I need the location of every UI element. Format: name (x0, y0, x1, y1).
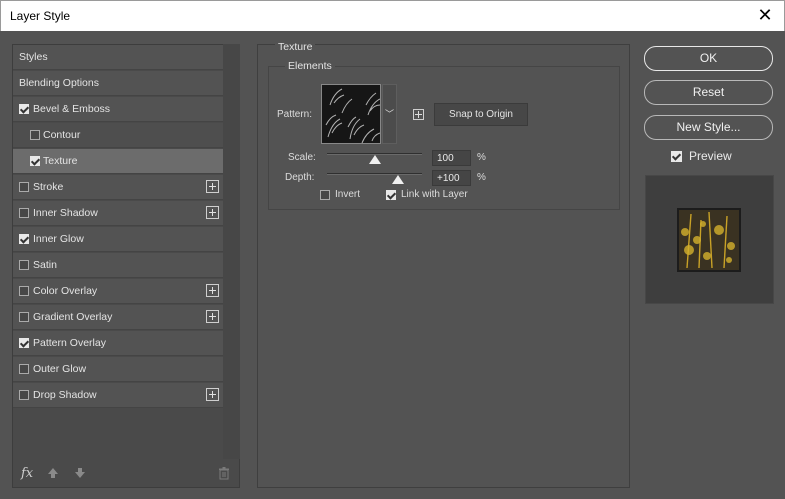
style-label: Inner Shadow (33, 207, 98, 219)
preview-checkbox[interactable] (671, 151, 682, 162)
style-label: Blending Options (19, 77, 99, 89)
styles-list-item[interactable]: Outer Glow (13, 357, 223, 382)
arrow-up-icon[interactable] (47, 467, 59, 479)
styles-list-item[interactable]: Inner Glow (13, 227, 223, 252)
style-label: Satin (33, 259, 57, 271)
add-effect-icon[interactable] (206, 388, 219, 401)
style-checkbox[interactable] (19, 312, 29, 322)
styles-list-item[interactable]: Contour (13, 123, 223, 148)
scale-unit: % (477, 152, 486, 163)
style-checkbox[interactable] (19, 338, 29, 348)
style-label: Outer Glow (33, 363, 87, 375)
depth-label: Depth: (285, 172, 315, 183)
ok-button[interactable]: OK (644, 46, 773, 71)
preview-label: Preview (689, 149, 732, 163)
styles-list-item[interactable]: Drop Shadow (13, 383, 223, 408)
window-title: Layer Style (10, 9, 71, 23)
styles-list-item[interactable]: Bevel & Emboss (13, 97, 223, 122)
pattern-swatch[interactable] (321, 84, 381, 144)
style-label: Gradient Overlay (33, 311, 113, 323)
snap-to-origin-button[interactable]: Snap to Origin (434, 103, 528, 126)
style-checkbox[interactable] (19, 390, 29, 400)
add-effect-icon[interactable] (206, 284, 219, 297)
trash-icon[interactable] (218, 467, 230, 480)
style-checkbox[interactable] (19, 104, 29, 114)
invert-checkbox[interactable] (320, 190, 330, 200)
styles-list-item[interactable]: Gradient Overlay (13, 305, 223, 330)
depth-input[interactable] (432, 170, 471, 186)
style-checkbox[interactable] (19, 182, 29, 192)
pattern-image (322, 85, 380, 143)
style-checkbox[interactable] (19, 286, 29, 296)
style-checkbox[interactable] (30, 156, 40, 166)
invert-label: Invert (335, 189, 361, 200)
style-checkbox[interactable] (19, 208, 29, 218)
style-label: Texture (43, 155, 78, 167)
reset-button[interactable]: Reset (644, 80, 773, 105)
arrow-down-icon[interactable] (74, 467, 86, 479)
preview-image (679, 210, 739, 270)
new-preset-icon[interactable] (413, 109, 424, 120)
style-label: Color Overlay (33, 285, 98, 297)
styles-list-item[interactable]: Stroke (13, 175, 223, 200)
section-title: Texture (275, 41, 316, 53)
styles-list-item[interactable]: Texture (13, 149, 223, 174)
scale-input[interactable] (432, 150, 471, 166)
styles-list-item[interactable]: Pattern Overlay (13, 331, 223, 356)
add-effect-icon[interactable] (206, 180, 219, 193)
styles-list-item[interactable]: Styles (13, 45, 223, 70)
style-label: Pattern Overlay (33, 337, 106, 349)
style-label: Bevel & Emboss (33, 103, 111, 115)
new-style-button[interactable]: New Style... (644, 115, 773, 140)
fx-icon[interactable]: fx (21, 466, 33, 481)
link-with-layer-checkbox[interactable] (386, 190, 396, 200)
styles-list-item[interactable]: Satin (13, 253, 223, 278)
style-label: Inner Glow (33, 233, 84, 245)
style-checkbox[interactable] (19, 234, 29, 244)
styles-list-item[interactable]: Inner Shadow (13, 201, 223, 226)
scale-slider-thumb[interactable] (368, 155, 381, 164)
scale-label: Scale: (288, 152, 316, 163)
preview-thumbnail (677, 208, 741, 272)
styles-scrollbar[interactable] (223, 44, 240, 459)
depth-unit: % (477, 172, 486, 183)
close-icon[interactable]: ✕ (755, 6, 775, 26)
style-checkbox[interactable] (19, 364, 29, 374)
add-effect-icon[interactable] (206, 206, 219, 219)
depth-slider-track[interactable] (327, 173, 422, 175)
link-with-layer-label: Link with Layer (401, 189, 468, 200)
style-checkbox[interactable] (30, 130, 40, 140)
styles-list-item[interactable]: Color Overlay (13, 279, 223, 304)
pattern-dropdown-arrow[interactable]: ﹀ (382, 84, 397, 144)
add-effect-icon[interactable] (206, 310, 219, 323)
depth-slider-thumb[interactable] (392, 175, 405, 184)
group-title: Elements (285, 60, 335, 72)
style-label: Styles (19, 51, 48, 63)
style-label: Contour (43, 129, 81, 141)
styles-list-item[interactable]: Blending Options (13, 71, 223, 96)
style-checkbox[interactable] (19, 260, 29, 270)
style-label: Stroke (33, 181, 64, 193)
pattern-label: Pattern: (277, 109, 313, 120)
title-bar: Layer Style ✕ (0, 0, 785, 31)
style-label: Drop Shadow (33, 389, 97, 401)
